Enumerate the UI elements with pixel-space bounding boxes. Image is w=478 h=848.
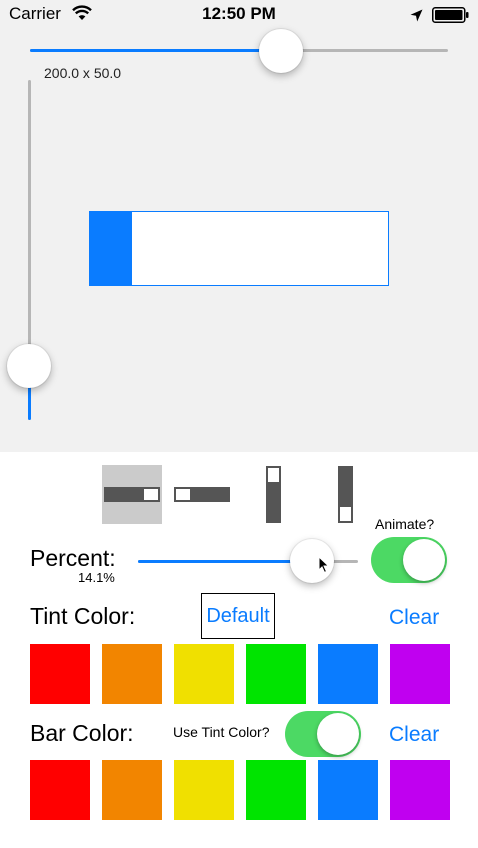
bar-swatch-5[interactable] [318, 760, 378, 820]
orientation-button-horizontal-left[interactable] [102, 465, 162, 524]
animate-switch-knob [403, 539, 445, 581]
size-label: 200.0 x 50.0 [44, 65, 122, 81]
tint-swatch-6[interactable] [390, 644, 450, 704]
tint-swatch-3[interactable] [174, 644, 234, 704]
use-tint-color-switch-knob [317, 713, 359, 755]
preview-progress-bar [89, 211, 389, 286]
width-slider-thumb[interactable] [258, 29, 303, 73]
mouse-pointer-icon [318, 555, 330, 579]
bar-clear-button[interactable]: Clear [389, 723, 439, 747]
use-tint-color-switch[interactable] [285, 711, 361, 757]
use-tint-color-label: Use Tint Color? [173, 724, 270, 740]
tint-swatch-1[interactable] [30, 644, 90, 704]
orientation-button-horizontal-right[interactable] [172, 465, 232, 524]
animate-switch[interactable] [371, 537, 447, 583]
status-bar: Carrier 12:50 PM [0, 0, 478, 30]
clock: 12:50 PM [202, 4, 276, 23]
tint-swatch-5[interactable] [318, 644, 378, 704]
battery-icon [432, 7, 470, 28]
height-slider-thumb[interactable] [7, 343, 51, 388]
width-slider-fill [30, 49, 281, 52]
bar-swatch-2[interactable] [102, 760, 162, 820]
horizontal-left-icon [104, 487, 160, 502]
orientation-button-vertical-top[interactable] [244, 465, 304, 524]
tint-swatch-2[interactable] [102, 644, 162, 704]
orientation-button-vertical-bottom[interactable] [316, 465, 376, 524]
default-button[interactable]: Default [201, 593, 275, 639]
bar-swatch-6[interactable] [390, 760, 450, 820]
bar-swatch-3[interactable] [174, 760, 234, 820]
tint-clear-button[interactable]: Clear [389, 606, 439, 630]
bar-swatch-4[interactable] [246, 760, 306, 820]
tint-color-label: Tint Color: [30, 603, 136, 629]
horizontal-right-icon [174, 487, 230, 502]
percent-label: Percent: [30, 545, 116, 571]
animate-label: Animate? [375, 516, 435, 532]
vertical-bottom-icon [338, 466, 353, 523]
vertical-top-icon [266, 466, 281, 523]
percent-slider-fill [138, 560, 312, 563]
preview-progress-fill [90, 212, 133, 285]
bar-color-label: Bar Color: [30, 720, 134, 746]
bar-swatch-1[interactable] [30, 760, 90, 820]
percent-value: 14.1% [78, 570, 115, 585]
location-arrow-icon [410, 7, 423, 27]
tint-swatch-4[interactable] [246, 644, 306, 704]
